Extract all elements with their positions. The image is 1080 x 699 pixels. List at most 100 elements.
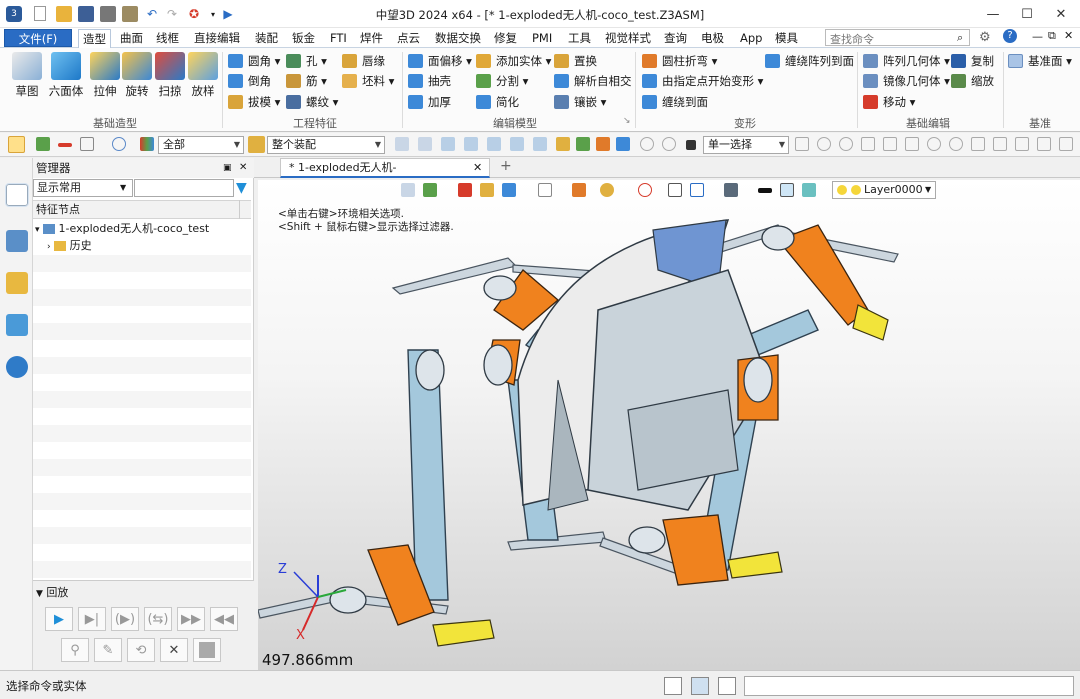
wrap-to-face-button[interactable]: 缠绕到面 [642, 93, 708, 111]
tab-surface[interactable]: 曲面 [116, 29, 147, 47]
command-search-input[interactable]: 查找命令 [825, 29, 970, 46]
save-icon[interactable] [78, 6, 94, 22]
hole-button[interactable]: 孔 ▾ [286, 52, 327, 70]
scope-combo[interactable]: 整个装配 ▼ [267, 136, 385, 154]
tool-e-icon[interactable] [487, 137, 501, 151]
tab-app[interactable]: App [736, 29, 766, 47]
tree-node-history[interactable]: › 历史 [33, 237, 251, 254]
search-icon[interactable]: ⌕ [957, 31, 963, 45]
add-solid-button[interactable]: 添加实体 ▾ [476, 52, 551, 70]
extrude-button[interactable]: 拉伸 [88, 52, 122, 99]
mirror-button[interactable]: 镜像几何体 ▾ [863, 72, 950, 90]
view-manager-icon[interactable] [6, 272, 28, 294]
tool-m-icon[interactable] [662, 137, 676, 151]
tab-mold[interactable]: 模具 [771, 29, 802, 47]
history-manager-icon[interactable] [5, 183, 29, 207]
tab-weldment[interactable]: 焊件 [356, 29, 387, 47]
filter-combo[interactable]: 全部 ▼ [158, 136, 244, 154]
lip-button[interactable]: 唇缘 [342, 52, 385, 70]
funnel-icon[interactable]: ▼ [236, 180, 252, 196]
close-button[interactable]: ✕ [1044, 0, 1078, 28]
tab-tools[interactable]: 工具 [564, 29, 595, 47]
tool-g-icon[interactable] [533, 137, 547, 151]
chamfer-button[interactable]: 倒角 [228, 72, 271, 90]
snap-j-icon[interactable] [993, 137, 1007, 151]
open-file-icon[interactable] [56, 6, 72, 22]
tool-d-icon[interactable] [464, 137, 478, 151]
emboss-button[interactable]: 镶嵌 ▾ [554, 93, 606, 111]
tool-c-icon[interactable] [441, 137, 455, 151]
maximize-button[interactable]: ☐ [1010, 0, 1044, 28]
snap-a-icon[interactable] [795, 137, 809, 151]
filter-icon[interactable] [140, 137, 154, 151]
replace-button[interactable]: 置换 [554, 52, 597, 70]
tab-data-exchange[interactable]: 数据交换 [431, 29, 485, 47]
regen-icon[interactable]: ✪ [186, 6, 202, 22]
minimize-button[interactable]: — [976, 0, 1010, 28]
tool-a-icon[interactable] [395, 137, 409, 151]
snap-m-icon[interactable] [1059, 137, 1073, 151]
panel-close-icon[interactable]: ✕ [239, 158, 247, 178]
tab-visual-style[interactable]: 视觉样式 [601, 29, 655, 47]
snap-e-icon[interactable] [883, 137, 897, 151]
add-icon[interactable] [36, 137, 50, 151]
status-c-icon[interactable] [718, 677, 736, 695]
snap-k-icon[interactable] [1015, 137, 1029, 151]
copy-button[interactable]: 复制 [951, 52, 994, 70]
tool-i-icon[interactable] [576, 137, 590, 151]
point-deform-button[interactable]: 由指定点开始变形 ▾ [642, 72, 763, 90]
command-input[interactable] [744, 676, 1074, 696]
select-mode-combo[interactable]: 单一选择 ▼ [703, 136, 789, 154]
app-logo-icon[interactable]: 3 [6, 6, 22, 22]
new-file-icon[interactable] [34, 6, 46, 21]
doc-close-button[interactable]: ✕ [1064, 29, 1073, 42]
rib-button[interactable]: 筋 ▾ [286, 72, 327, 90]
delete-button[interactable]: ✕ [160, 638, 188, 662]
tool-f-icon[interactable] [510, 137, 524, 151]
group-expand-icon[interactable]: ↘ [623, 116, 631, 126]
stop-icon[interactable] [686, 140, 696, 150]
tab-query[interactable]: 查询 [660, 29, 691, 47]
pin-icon[interactable]: ▣ [223, 158, 232, 178]
loft-button[interactable]: 放样 [186, 52, 220, 99]
tab-sheet-metal[interactable]: 钣金 [288, 29, 319, 47]
fast-forward-button[interactable]: ▶▶ [177, 607, 205, 631]
image-manager-icon[interactable] [6, 314, 28, 336]
tab-point-cloud[interactable]: 点云 [393, 29, 424, 47]
filter-shape-icon[interactable] [112, 137, 126, 151]
fillet-button[interactable]: 圆角 ▾ [228, 52, 280, 70]
tab-fti[interactable]: FTI [326, 29, 351, 47]
tab-wireframe[interactable]: 线框 [152, 29, 183, 47]
snap-i-icon[interactable] [971, 137, 985, 151]
user-manager-icon[interactable] [6, 356, 28, 378]
edit-button[interactable]: ✎ [94, 638, 122, 662]
print-icon[interactable] [100, 6, 116, 22]
redo-icon[interactable]: ↷ [164, 6, 180, 22]
rewind-button[interactable]: ◀◀ [210, 607, 238, 631]
tab-modeling[interactable]: 造型 [78, 29, 111, 49]
self-intersect-button[interactable]: 解析自相交 [554, 72, 632, 90]
snap-h-icon[interactable] [949, 137, 963, 151]
play-icon[interactable]: ▶ [220, 6, 236, 22]
draft-button[interactable]: 拔模 ▾ [228, 93, 280, 111]
doc-minimize-button[interactable]: — [1032, 30, 1043, 43]
undo-icon[interactable]: ↶ [144, 6, 160, 22]
playback-header[interactable]: ▼ 回放 [36, 584, 68, 600]
thread-button[interactable]: 螺纹 ▾ [286, 93, 338, 111]
tool-k-icon[interactable] [616, 137, 630, 151]
tab-pmi[interactable]: PMI [528, 29, 556, 47]
drone-model[interactable] [258, 180, 1080, 670]
save-as-icon[interactable] [122, 6, 138, 22]
tree-node-assembly[interactable]: ▾ 1-exploded无人机-coco_test [33, 220, 251, 237]
play-all-button[interactable]: (⇆) [144, 607, 172, 631]
settings-icon[interactable]: ⚙ [979, 30, 991, 45]
pick-icon[interactable] [8, 136, 25, 153]
tool-h-icon[interactable] [556, 137, 570, 151]
play-loop-button[interactable]: (▶) [111, 607, 139, 631]
dropdown-icon[interactable]: ▾ [205, 6, 221, 22]
play-button[interactable]: ▶ [45, 607, 73, 631]
snap-f-icon[interactable] [905, 137, 919, 151]
help-icon[interactable]: ? [1003, 29, 1017, 43]
tool-j-icon[interactable] [596, 137, 610, 151]
cylinder-bend-button[interactable]: 圆柱折弯 ▾ [642, 52, 717, 70]
